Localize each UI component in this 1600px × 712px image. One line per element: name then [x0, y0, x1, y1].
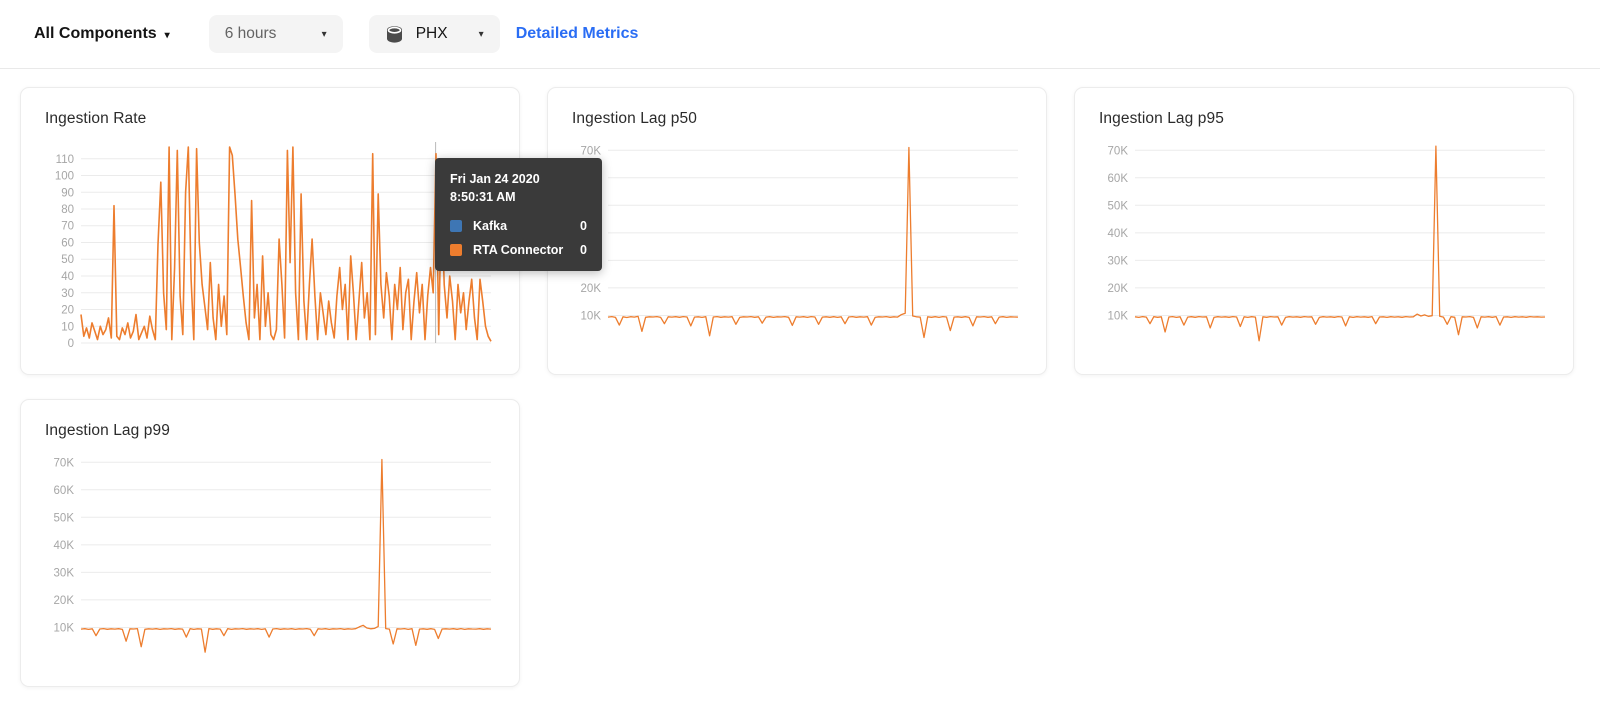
svg-text:70K: 70K	[581, 145, 602, 157]
svg-text:30: 30	[61, 288, 74, 300]
tooltip-date: Fri Jan 24 2020	[450, 172, 540, 186]
kafka-series-swatch	[450, 220, 462, 232]
chart-hover-tooltip: Fri Jan 24 2020 8:50:31 AM Kafka 0 RTA C…	[435, 158, 602, 271]
svg-text:60K: 60K	[54, 485, 75, 497]
svg-text:10: 10	[61, 321, 74, 333]
components-dropdown-label: All Components	[34, 25, 157, 42]
svg-text:10K: 10K	[54, 623, 75, 635]
svg-text:20K: 20K	[1108, 283, 1129, 295]
svg-text:60K: 60K	[1108, 173, 1129, 185]
ingestion-lag-p95-chart[interactable]: 10K 20K 30K 40K 50K 60K 70K	[1085, 138, 1549, 361]
svg-text:40K: 40K	[1108, 228, 1129, 240]
svg-text:30K: 30K	[54, 567, 75, 579]
time-range-dropdown[interactable]: 6 hours ▾	[208, 15, 343, 53]
svg-text:0: 0	[68, 338, 74, 350]
svg-text:110: 110	[56, 154, 74, 166]
chart-title: Ingestion Rate	[45, 110, 147, 127]
chart-title: Ingestion Lag p95	[1099, 110, 1224, 127]
chevron-down-icon: ▾	[478, 28, 484, 40]
tooltip-rows: Kafka 0 RTA Connector 0	[450, 219, 587, 257]
detailed-metrics-link[interactable]: Detailed Metrics	[516, 25, 639, 43]
dashboard-content: Ingestion Rate 0 10 20 30 40 50 60 70 80 90 100 110…	[0, 69, 1600, 687]
svg-text:40: 40	[61, 271, 74, 283]
svg-text:40K: 40K	[54, 540, 75, 552]
chart-card-lag-p50: Ingestion Lag p50 10K20K30K40K50K60K70K	[547, 87, 1047, 375]
datacenter-value: PHX	[415, 25, 448, 42]
svg-text:70K: 70K	[1108, 145, 1129, 157]
svg-text:20K: 20K	[54, 595, 75, 607]
svg-text:70: 70	[61, 221, 74, 233]
tooltip-row-rta-connector: RTA Connector 0	[450, 243, 587, 257]
series-value: 0	[580, 219, 587, 233]
svg-text:20K: 20K	[581, 283, 602, 295]
svg-text:50K: 50K	[1108, 200, 1129, 212]
svg-text:60: 60	[61, 238, 74, 250]
ingestion-rate-chart[interactable]: 0 10 20 30 40 50 60 70 80 90 100 110	[31, 138, 495, 361]
svg-text:80: 80	[61, 204, 74, 216]
svg-text:10K: 10K	[581, 311, 602, 323]
svg-text:50: 50	[61, 254, 74, 266]
svg-text:100: 100	[55, 171, 74, 183]
series-name: RTA Connector	[473, 243, 564, 257]
chart-title: Ingestion Lag p99	[45, 422, 170, 439]
tooltip-time: 8:50:31 AM	[450, 189, 516, 204]
svg-text:20: 20	[61, 305, 74, 317]
components-dropdown[interactable]: All Components ▾	[34, 25, 170, 43]
chevron-down-icon: ▾	[321, 28, 327, 40]
ingestion-lag-p50-chart[interactable]: 10K20K30K40K50K60K70K	[558, 138, 1022, 361]
svg-text:70K: 70K	[54, 457, 75, 469]
database-icon	[386, 25, 402, 43]
datacenter-value-group: PHX	[385, 25, 448, 44]
ingestion-lag-p99-chart[interactable]: 10K 20K 30K 40K 50K 60K 70K	[31, 450, 495, 673]
rta-connector-series-swatch	[450, 244, 462, 256]
chart-grid: Ingestion Rate 0 10 20 30 40 50 60 70 80 90 100 110…	[20, 87, 1580, 687]
series-value: 0	[580, 243, 587, 257]
series-name: Kafka	[473, 219, 508, 233]
datacenter-dropdown[interactable]: PHX ▾	[368, 15, 500, 53]
top-toolbar: All Components ▾ 6 hours ▾ PHX ▾ Detaile…	[0, 0, 1600, 69]
chart-title: Ingestion Lag p50	[572, 110, 697, 127]
svg-text:50K: 50K	[54, 512, 75, 524]
time-range-value: 6 hours	[224, 25, 277, 42]
chart-card-lag-p99: Ingestion Lag p99 10K 20K 30K 40K 50K 60K 70K	[20, 399, 520, 687]
svg-text:90: 90	[61, 187, 74, 199]
chart-card-lag-p95: Ingestion Lag p95 10K 20K 30K 40K 50K 60K 70K	[1074, 87, 1574, 375]
tooltip-row-kafka: Kafka 0	[450, 219, 587, 233]
svg-text:30K: 30K	[1108, 255, 1129, 267]
chevron-down-icon: ▾	[164, 29, 170, 41]
svg-text:10K: 10K	[1108, 311, 1129, 323]
